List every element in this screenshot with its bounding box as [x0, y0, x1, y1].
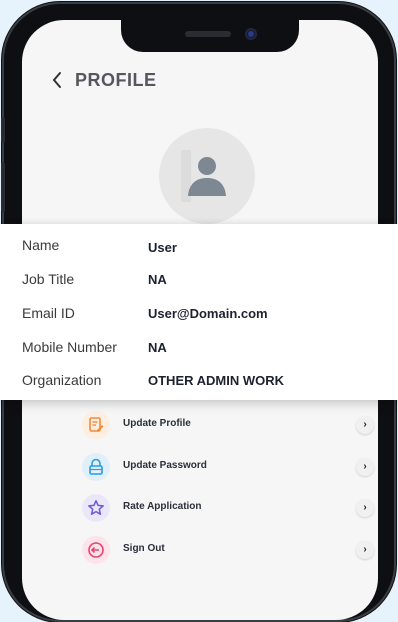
info-row-job-title: Job Title NA — [0, 271, 398, 291]
info-row-email: Email ID User@Domain.com — [0, 305, 398, 325]
star-icon — [88, 500, 104, 515]
front-camera — [245, 28, 257, 40]
menu-icon-bg — [82, 494, 110, 522]
notch — [121, 20, 299, 52]
menu-label: Update Profile — [123, 418, 191, 429]
profile-info-card: Name User Job Title NA Email ID User@Dom… — [0, 224, 398, 400]
volume-up-button — [1, 162, 5, 212]
page-title: PROFILE — [75, 70, 157, 90]
menu-icon-bg — [82, 536, 110, 564]
field-value: User — [148, 240, 177, 255]
field-value: NA — [148, 272, 167, 287]
chevron-right-icon[interactable]: › — [356, 458, 374, 476]
chevron-right-icon[interactable]: › — [356, 416, 374, 434]
avatar[interactable] — [159, 128, 255, 224]
chevron-right-icon[interactable]: › — [356, 541, 374, 559]
sign-out-icon — [88, 542, 104, 558]
menu-item-sign-out[interactable]: Sign Out › — [62, 532, 378, 568]
field-value: NA — [148, 340, 167, 355]
speaker — [185, 31, 231, 37]
menu-item-rate-application[interactable]: Rate Application › — [62, 490, 378, 526]
field-label: Mobile Number — [22, 339, 117, 355]
info-row-name: Name User — [0, 237, 398, 257]
field-label: Email ID — [22, 305, 75, 321]
mute-switch — [1, 117, 5, 143]
field-label: Organization — [22, 372, 102, 388]
lock-icon — [89, 458, 103, 475]
chevron-right-icon[interactable]: › — [356, 499, 374, 517]
menu-item-update-profile[interactable]: Update Profile › — [62, 407, 378, 443]
user-silhouette-icon — [181, 150, 226, 202]
info-row-mobile: Mobile Number NA — [0, 339, 398, 359]
back-button[interactable] — [50, 70, 70, 90]
menu-item-update-password[interactable]: Update Password › — [62, 449, 378, 485]
field-value: OTHER ADMIN WORK — [148, 373, 285, 388]
field-label: Name — [22, 237, 60, 253]
chevron-left-icon — [52, 72, 61, 88]
edit-document-icon — [89, 417, 104, 432]
field-value: User@Domain.com — [148, 306, 268, 321]
menu-label: Rate Application — [123, 501, 202, 512]
field-label: Job Title — [22, 271, 75, 287]
menu-label: Sign Out — [123, 543, 165, 554]
info-row-organization: Organization OTHER ADMIN WORK — [0, 372, 398, 392]
menu-icon-bg — [82, 453, 110, 481]
menu-icon-bg — [82, 411, 110, 439]
menu-label: Update Password — [123, 460, 207, 471]
